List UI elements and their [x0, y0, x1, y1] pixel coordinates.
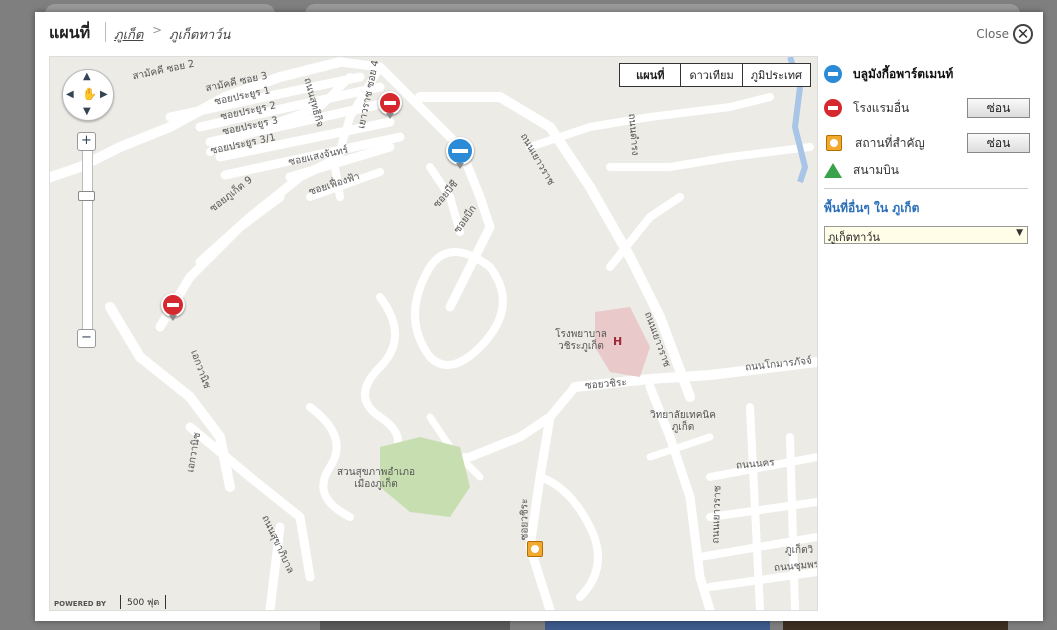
- tab-terrain[interactable]: ภูมิประเทศ: [741, 64, 810, 86]
- hotel-icon: [824, 65, 842, 83]
- map-scale: 500 ฟุต: [120, 595, 167, 609]
- breadcrumb-current: ภูเก็ตทาว์น: [169, 28, 231, 43]
- chevron-down-icon: ▼: [1016, 228, 1023, 238]
- airport-label: สนามบิน: [853, 162, 899, 177]
- road-network: [50, 57, 817, 610]
- hand-icon: ✋: [82, 87, 97, 101]
- area-select[interactable]: ภูเก็ตทาว์น ▼: [824, 226, 1028, 244]
- legend-panel: บลูมังกี้อพาร์ตเมนท์ โรงแรมอื่น ซ่อน สถา…: [820, 56, 1030, 609]
- other-hotel-icon: [824, 99, 842, 117]
- landmarks-label: สถานที่สำคัญ: [855, 135, 925, 150]
- hospital-icon: H: [613, 335, 623, 348]
- title-separator: [105, 22, 106, 42]
- landmark-marker[interactable]: [527, 541, 543, 557]
- legend-airport: สนามบิน: [824, 158, 1030, 182]
- zoom-out-button[interactable]: −: [77, 329, 96, 348]
- park-label: สวนสุขภาพอำเภอเมืองภูเก็ต: [337, 467, 415, 490]
- legend-divider: [824, 188, 1028, 189]
- hotel-marker[interactable]: [446, 137, 474, 165]
- background-photo: [545, 620, 770, 630]
- arrow-down-icon[interactable]: ▼: [83, 106, 91, 117]
- hide-other-hotels-button[interactable]: ซ่อน: [967, 98, 1030, 118]
- legend-other-hotels: โรงแรมอื่น ซ่อน: [824, 96, 1030, 120]
- breadcrumb-link[interactable]: ภูเก็ต: [114, 24, 143, 45]
- pan-control[interactable]: ▲ ▼ ◀ ▶ ✋: [62, 69, 114, 121]
- other-hotels-label: โรงแรมอื่น: [853, 100, 910, 115]
- close-label: Close: [976, 27, 1009, 41]
- chevron-right-icon: >: [152, 23, 163, 37]
- close-button[interactable]: Close ✕: [976, 22, 1033, 46]
- map-canvas[interactable]: สามัคคี ซอย 2 สามัคคี ซอย 3 ซอยประยูร 1 …: [49, 56, 818, 611]
- other-hotel-marker[interactable]: [161, 293, 185, 317]
- arrow-left-icon[interactable]: ◀: [66, 89, 74, 100]
- place-label: ภูเก็ตวิ: [785, 545, 814, 556]
- other-areas-title: พื้นที่อื่นๆ ใน ภูเก็ต: [824, 201, 920, 215]
- college-label: วิทยาลัยเทคนิคภูเก็ต: [650, 410, 716, 433]
- airport-icon: [824, 162, 842, 178]
- arrow-right-icon[interactable]: ▶: [100, 89, 108, 100]
- arrow-up-icon[interactable]: ▲: [83, 71, 91, 82]
- legend-hotel: บลูมังกี้อพาร์ตเมนท์: [824, 62, 1030, 86]
- zoom-in-button[interactable]: +: [77, 132, 96, 151]
- hide-landmarks-button[interactable]: ซ่อน: [967, 133, 1030, 153]
- road-label: ซอยวชิระ: [519, 498, 531, 541]
- page-title: แผนที่: [49, 23, 91, 42]
- tab-map[interactable]: แผนที่: [620, 64, 680, 86]
- tab-satellite[interactable]: ดาวเทียม: [680, 64, 741, 86]
- hospital-label: โรงพยาบาลวชิระภูเก็ต: [555, 329, 607, 352]
- map-modal: แผนที่ ภูเก็ต > ภูเก็ตทาว์น Close ✕ สามั…: [35, 12, 1043, 621]
- zoom-slider[interactable]: [82, 142, 93, 344]
- modal-header: แผนที่ ภูเก็ต > ภูเก็ตทาว์น Close ✕: [35, 12, 1043, 52]
- close-icon[interactable]: ✕: [1013, 24, 1033, 44]
- area-select-value: ภูเก็ตทาว์น: [828, 231, 880, 244]
- map-type-selector: แผนที่ ดาวเทียม ภูมิประเทศ: [619, 63, 811, 87]
- background-photo: [320, 620, 510, 630]
- other-hotel-marker[interactable]: [378, 91, 402, 115]
- zoom-slider-thumb[interactable]: [78, 191, 95, 201]
- landmark-icon: [826, 135, 842, 151]
- legend-landmarks: สถานที่สำคัญ ซ่อน: [824, 131, 1030, 155]
- hotel-name: บลูมังกี้อพาร์ตเมนท์: [853, 66, 954, 81]
- powered-by-label: POWERED BY: [54, 600, 107, 608]
- road-label: ถนนเยาวราช: [710, 485, 724, 544]
- background-photo: [783, 620, 1008, 630]
